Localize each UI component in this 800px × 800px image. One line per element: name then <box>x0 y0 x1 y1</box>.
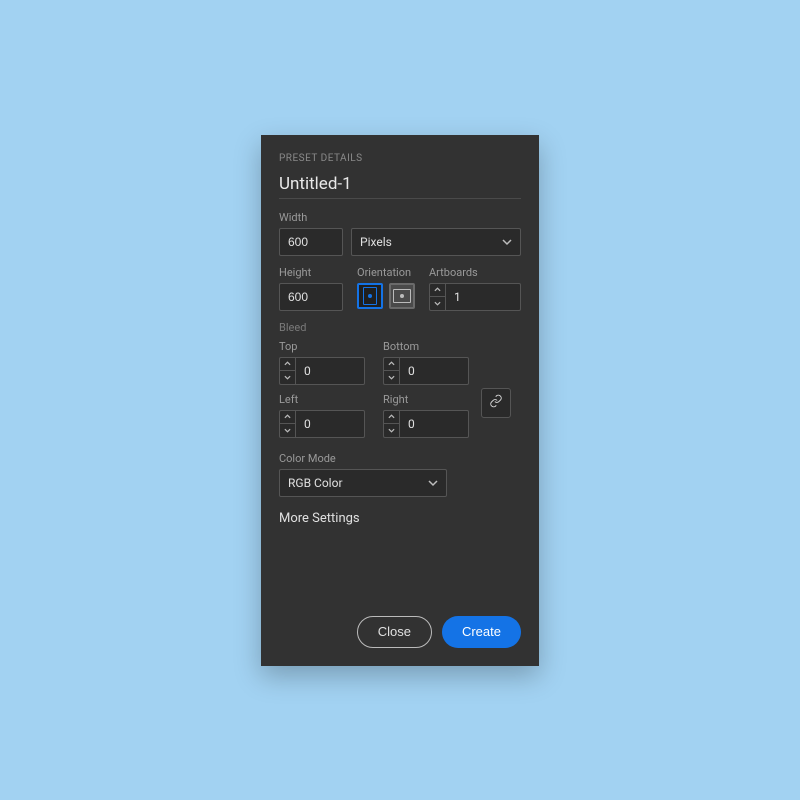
document-title[interactable]: Untitled-1 <box>279 174 521 194</box>
panel-header-label: PRESET DETAILS <box>279 153 521 164</box>
bleed-bottom-value[interactable]: 0 <box>399 357 469 385</box>
bleed-left-stepper[interactable]: 0 <box>279 410 365 438</box>
stepper-up-icon[interactable] <box>280 358 295 372</box>
bleed-top-value[interactable]: 0 <box>295 357 365 385</box>
create-button[interactable]: Create <box>442 616 521 648</box>
bleed-bottom-label: Bottom <box>383 340 469 353</box>
stepper-up-icon[interactable] <box>430 284 445 298</box>
bleed-top-stepper[interactable]: 0 <box>279 357 365 385</box>
stepper-up-icon[interactable] <box>384 358 399 372</box>
stepper-up-icon[interactable] <box>384 411 399 425</box>
stepper-up-icon[interactable] <box>280 411 295 425</box>
close-button[interactable]: Close <box>357 616 432 648</box>
more-settings-link[interactable]: More Settings <box>279 511 521 526</box>
color-mode-value: RGB Color <box>288 476 343 490</box>
stepper-down-icon[interactable] <box>280 371 295 384</box>
orientation-label: Orientation <box>357 266 415 279</box>
artboards-label: Artboards <box>429 266 521 279</box>
height-label: Height <box>279 266 343 279</box>
units-select[interactable]: Pixels <box>351 228 521 256</box>
stepper-down-icon[interactable] <box>430 297 445 310</box>
width-label: Width <box>279 211 521 224</box>
width-input[interactable] <box>279 228 343 256</box>
bleed-right-stepper[interactable]: 0 <box>383 410 469 438</box>
chevron-down-icon <box>502 237 512 247</box>
height-input[interactable] <box>279 283 343 311</box>
stepper-down-icon[interactable] <box>384 424 399 437</box>
stepper-down-icon[interactable] <box>280 424 295 437</box>
preset-details-panel: PRESET DETAILS Untitled-1 Width Pixels H… <box>261 135 539 666</box>
units-value: Pixels <box>360 235 392 249</box>
stepper-down-icon[interactable] <box>384 371 399 384</box>
artboards-value[interactable]: 1 <box>445 283 521 311</box>
bleed-right-value[interactable]: 0 <box>399 410 469 438</box>
link-bleed-button[interactable] <box>481 388 511 418</box>
orientation-landscape-button[interactable] <box>389 283 415 309</box>
bleed-left-value[interactable]: 0 <box>295 410 365 438</box>
orientation-portrait-button[interactable] <box>357 283 383 309</box>
artboards-stepper[interactable]: 1 <box>429 283 521 311</box>
bleed-right-label: Right <box>383 393 469 406</box>
color-mode-select[interactable]: RGB Color <box>279 469 447 497</box>
color-mode-label: Color Mode <box>279 452 521 465</box>
bleed-label: Bleed <box>279 321 521 334</box>
bleed-bottom-stepper[interactable]: 0 <box>383 357 469 385</box>
bleed-top-label: Top <box>279 340 365 353</box>
link-icon <box>489 393 503 412</box>
bleed-left-label: Left <box>279 393 365 406</box>
document-title-row[interactable]: Untitled-1 <box>279 174 521 199</box>
chevron-down-icon <box>428 478 438 488</box>
